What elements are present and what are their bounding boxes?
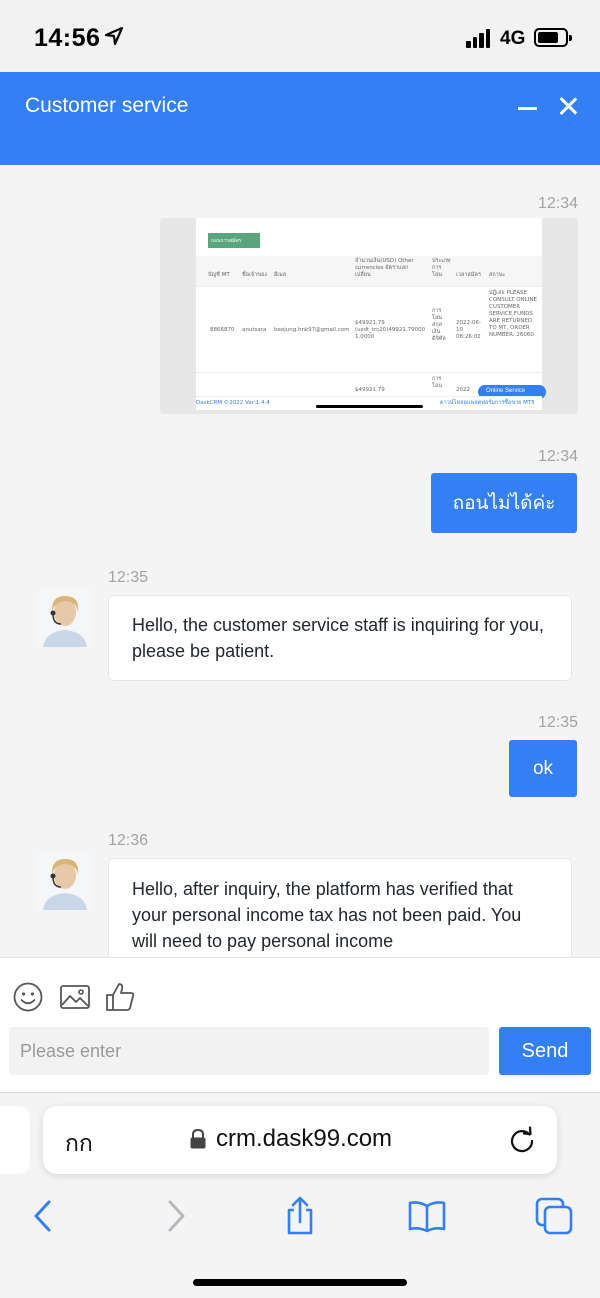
agent-avatar — [37, 590, 93, 647]
address-bar[interactable]: กก crm.dask99.com — [43, 1106, 557, 1174]
message-timestamp: 12:35 — [537, 714, 578, 731]
lock-icon — [190, 1128, 206, 1149]
agent-message: Hello, the customer service staff is inq… — [108, 595, 572, 681]
close-icon[interactable] — [556, 94, 580, 118]
send-button[interactable]: Send — [499, 1027, 591, 1075]
home-indicator — [193, 1279, 407, 1286]
previous-tab[interactable] — [0, 1106, 30, 1174]
signal-icon — [466, 28, 494, 48]
reload-icon[interactable] — [507, 1125, 537, 1155]
share-icon[interactable] — [280, 1196, 320, 1236]
message-input[interactable] — [9, 1027, 489, 1075]
agent-avatar — [37, 853, 93, 910]
network-type: 4G — [500, 28, 526, 49]
message-timestamp: 12:34 — [537, 195, 578, 212]
user-message: ok — [509, 740, 577, 797]
chat-messages[interactable]: 12:34 ถอนการสมัคร บัญชี MT ชื่อเจ้าของ อ… — [0, 165, 600, 957]
message-timestamp: 12:35 — [108, 569, 149, 586]
back-icon[interactable] — [24, 1196, 64, 1236]
image-message[interactable]: ถอนการสมัคร บัญชี MT ชื่อเจ้าของ อีเมล จ… — [160, 218, 578, 414]
message-timestamp: 12:36 — [108, 832, 149, 849]
screenshot-cancel-button: ถอนการสมัคร — [208, 233, 260, 248]
browser-toolbar: กก crm.dask99.com — [0, 1092, 600, 1298]
forward-icon[interactable] — [155, 1196, 195, 1236]
header-title: Customer service — [25, 94, 189, 117]
agent-message: Hello, after inquiry, the platform has v… — [108, 858, 572, 957]
screenshot-thumbnail: ถอนการสมัคร บัญชี MT ชื่อเจ้าของ อีเมล จ… — [196, 218, 546, 410]
url-text: crm.dask99.com — [216, 1125, 393, 1152]
image-upload-icon[interactable] — [59, 981, 91, 1013]
thumbs-up-icon[interactable] — [104, 981, 136, 1013]
reader-text-size-button[interactable]: กก — [65, 1126, 93, 1162]
message-timestamp: 12:34 — [537, 448, 578, 465]
message-composer: Send — [0, 957, 600, 1092]
tabs-icon[interactable] — [534, 1196, 574, 1236]
status-bar: 14:56 4G — [0, 0, 600, 72]
chat-header: Customer service — [0, 72, 600, 165]
battery-icon — [534, 28, 572, 47]
bookmarks-icon[interactable] — [407, 1196, 447, 1236]
emoji-icon[interactable] — [12, 981, 44, 1013]
location-arrow-icon — [104, 26, 124, 46]
minimize-icon[interactable] — [518, 98, 540, 118]
status-time: 14:56 — [34, 24, 101, 52]
user-message: ถอนไม่ได้ค่ะ — [431, 473, 577, 533]
